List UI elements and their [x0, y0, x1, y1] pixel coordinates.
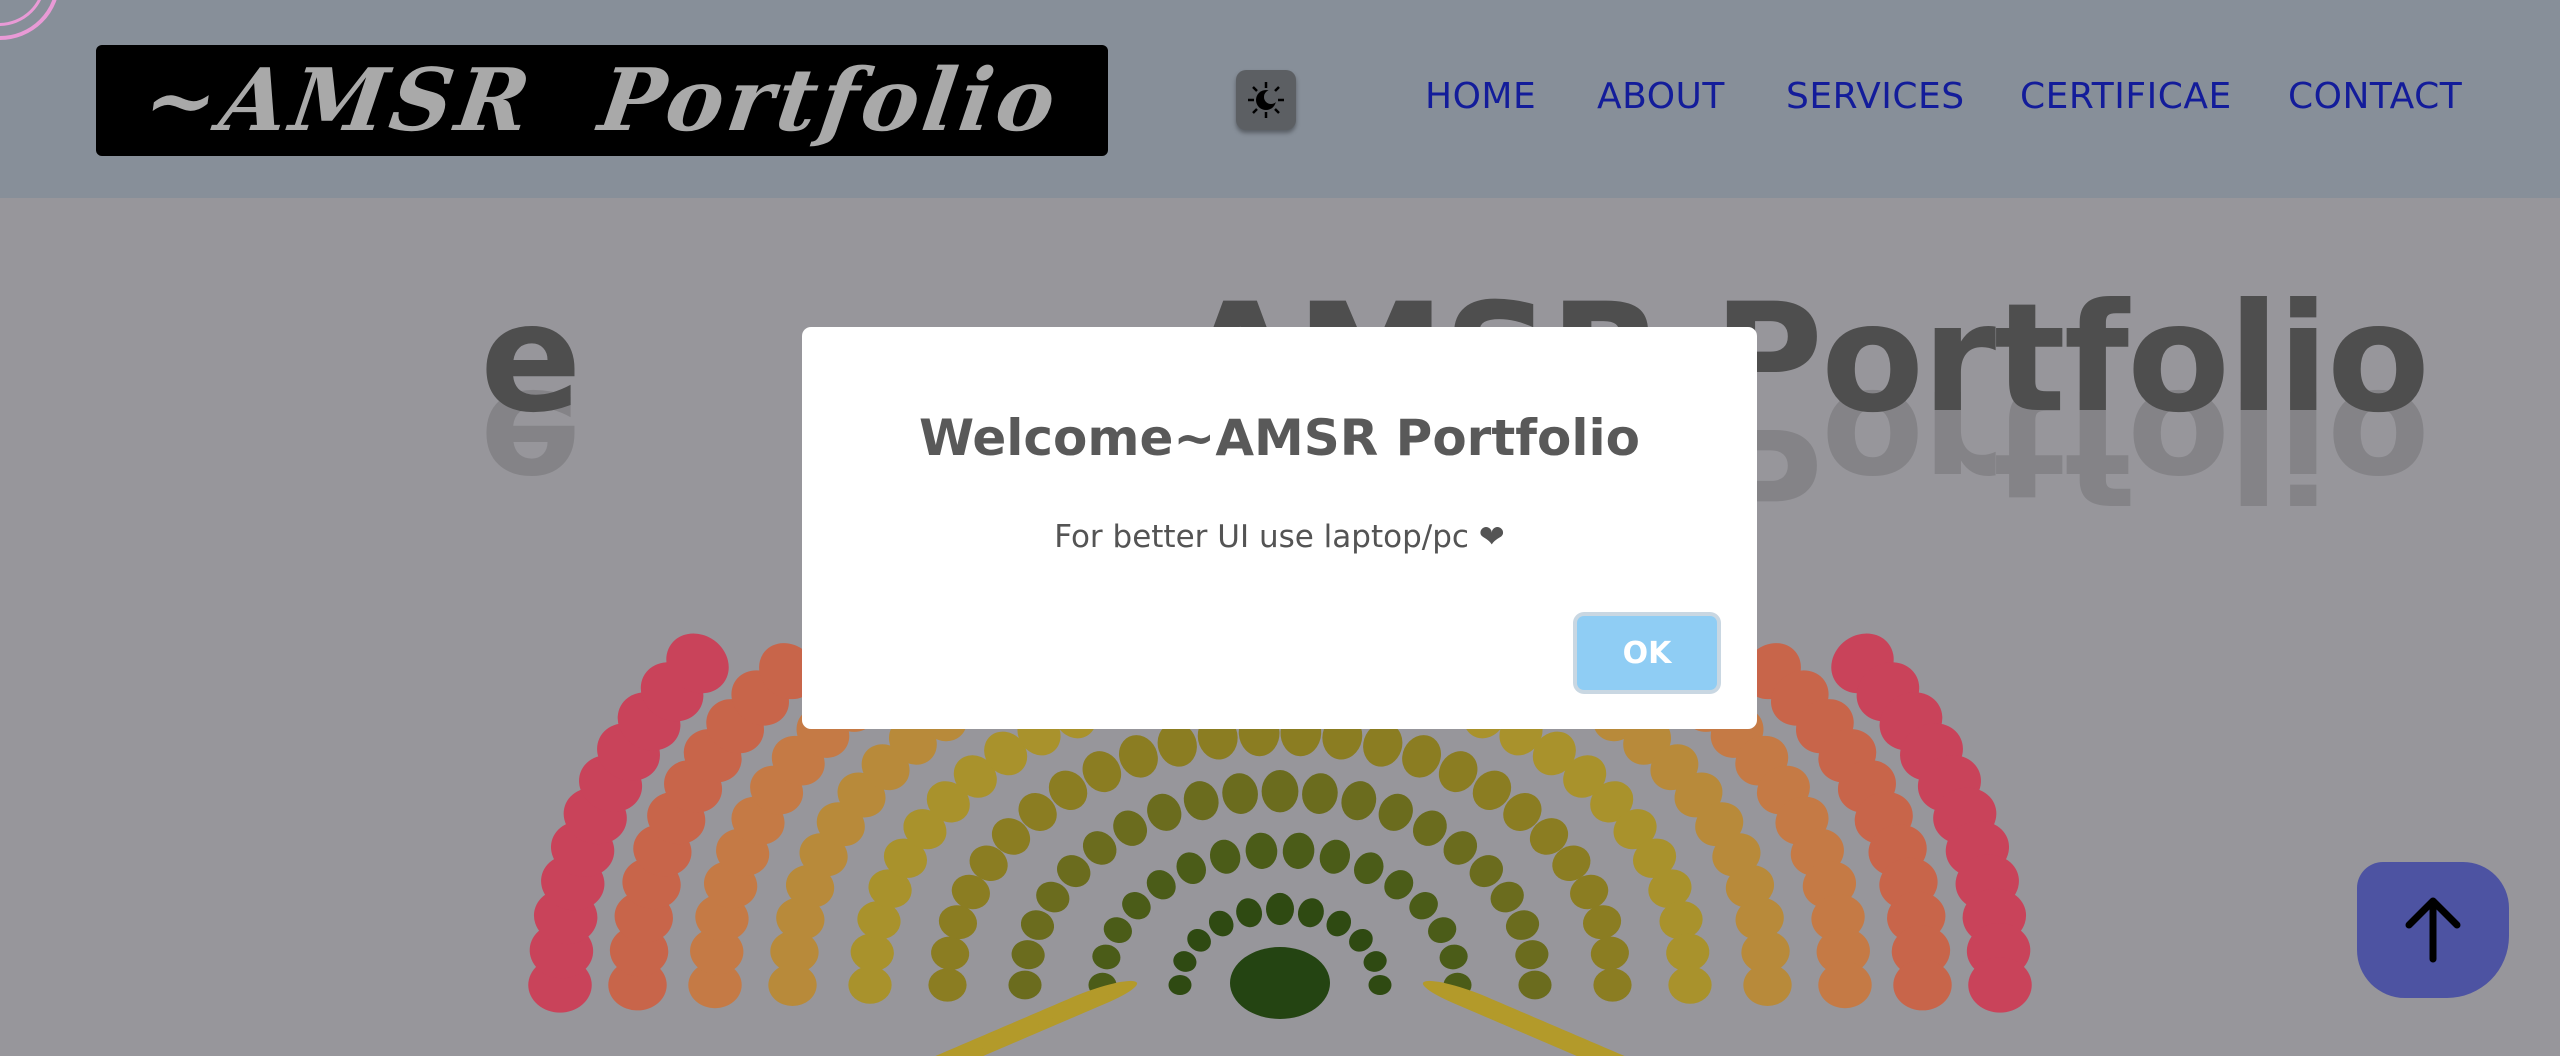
modal-message: For better UI use laptop/pc ❤	[1054, 519, 1505, 555]
welcome-modal: Welcome~AMSR Portfolio For better UI use…	[802, 327, 1757, 729]
ok-button[interactable]: OK	[1577, 616, 1717, 690]
scroll-to-top-button[interactable]	[2357, 862, 2509, 998]
hero-reflection-left: e	[480, 356, 580, 530]
modal-title: Welcome~AMSR Portfolio	[919, 409, 1640, 467]
arrow-up-icon	[2405, 897, 2461, 963]
